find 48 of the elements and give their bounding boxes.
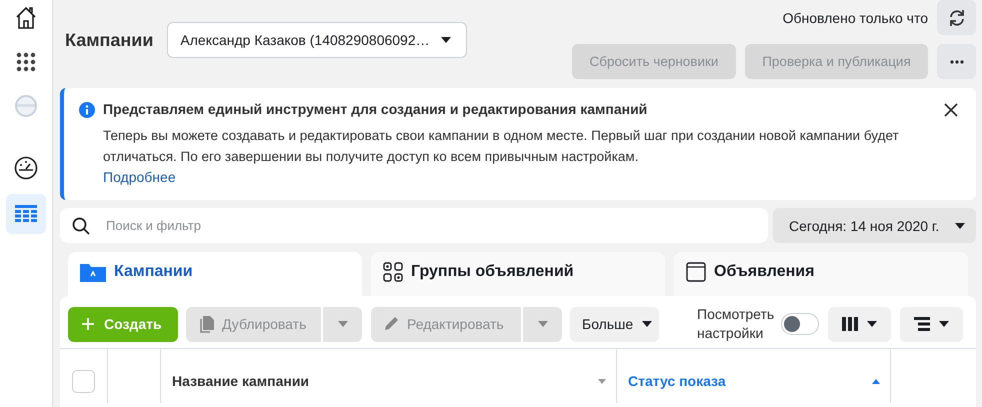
breakdown-button[interactable] <box>900 306 963 342</box>
gauge-icon <box>14 156 38 180</box>
banner-text: Теперь вы можете создавать и редактировать свои кампании в одном месте. Первый шаг при создании новой кампании будет отличаться. По его завершении вы получите доступ ко всем привычным настройкам. <box>103 127 900 166</box>
page-title: Кампании <box>65 30 154 50</box>
caret-icon <box>440 36 452 44</box>
select-all-checkbox[interactable] <box>72 370 95 392</box>
avatar-icon <box>15 95 37 117</box>
pencil-icon <box>383 316 399 332</box>
account-dropdown[interactable]: Александр Казаков (1408290806092… <box>167 22 468 58</box>
learn-more-link[interactable]: Подробнее <box>103 169 176 185</box>
dropdown-button[interactable] <box>323 306 362 342</box>
column-header[interactable]: Название кампании <box>172 373 310 389</box>
column-header[interactable]: Статус показа <box>628 373 726 389</box>
more-icon <box>950 60 964 64</box>
info-icon <box>79 102 95 118</box>
copy-icon <box>198 315 214 333</box>
date-range-dropdown[interactable]: Сегодня: 14 ноя 2020 г. <box>773 208 976 243</box>
columns-icon <box>842 317 858 331</box>
table-icon <box>15 205 37 223</box>
view-settings-label: Посмотреть настройки <box>697 305 773 343</box>
home-icon <box>15 6 37 30</box>
plus-icon <box>82 318 94 330</box>
columns-button[interactable] <box>828 306 891 342</box>
banner-title: Представляем единый инструмент для создания и редактирования кампаний <box>103 100 648 119</box>
search-field[interactable]: Поиск и фильтр <box>60 208 768 243</box>
folder-icon <box>80 262 106 282</box>
caret-icon <box>641 320 654 328</box>
sort-up-icon <box>872 378 880 384</box>
updated-status: Обновлено только что <box>782 10 928 26</box>
tab[interactable]: Группы объявлений <box>371 252 665 296</box>
close-icon[interactable] <box>944 103 958 117</box>
breakdown-icon <box>914 317 930 331</box>
refresh-icon <box>948 8 966 26</box>
apps-icon <box>16 52 36 72</box>
view-settings-toggle[interactable] <box>781 313 819 335</box>
sort-down-icon <box>598 378 606 384</box>
caret-icon <box>866 320 878 328</box>
grid-icon <box>383 262 403 282</box>
caret-icon <box>938 320 950 328</box>
caret-icon <box>536 320 548 328</box>
refresh-button[interactable] <box>937 0 976 35</box>
tab[interactable]: Кампании <box>68 252 362 296</box>
tab[interactable]: Объявления <box>674 252 968 296</box>
dropdown-button[interactable] <box>523 306 562 342</box>
window-icon <box>686 262 706 282</box>
caret-icon <box>954 222 966 230</box>
caret-icon <box>336 320 348 328</box>
more-dropdown[interactable]: Больше <box>570 306 659 342</box>
